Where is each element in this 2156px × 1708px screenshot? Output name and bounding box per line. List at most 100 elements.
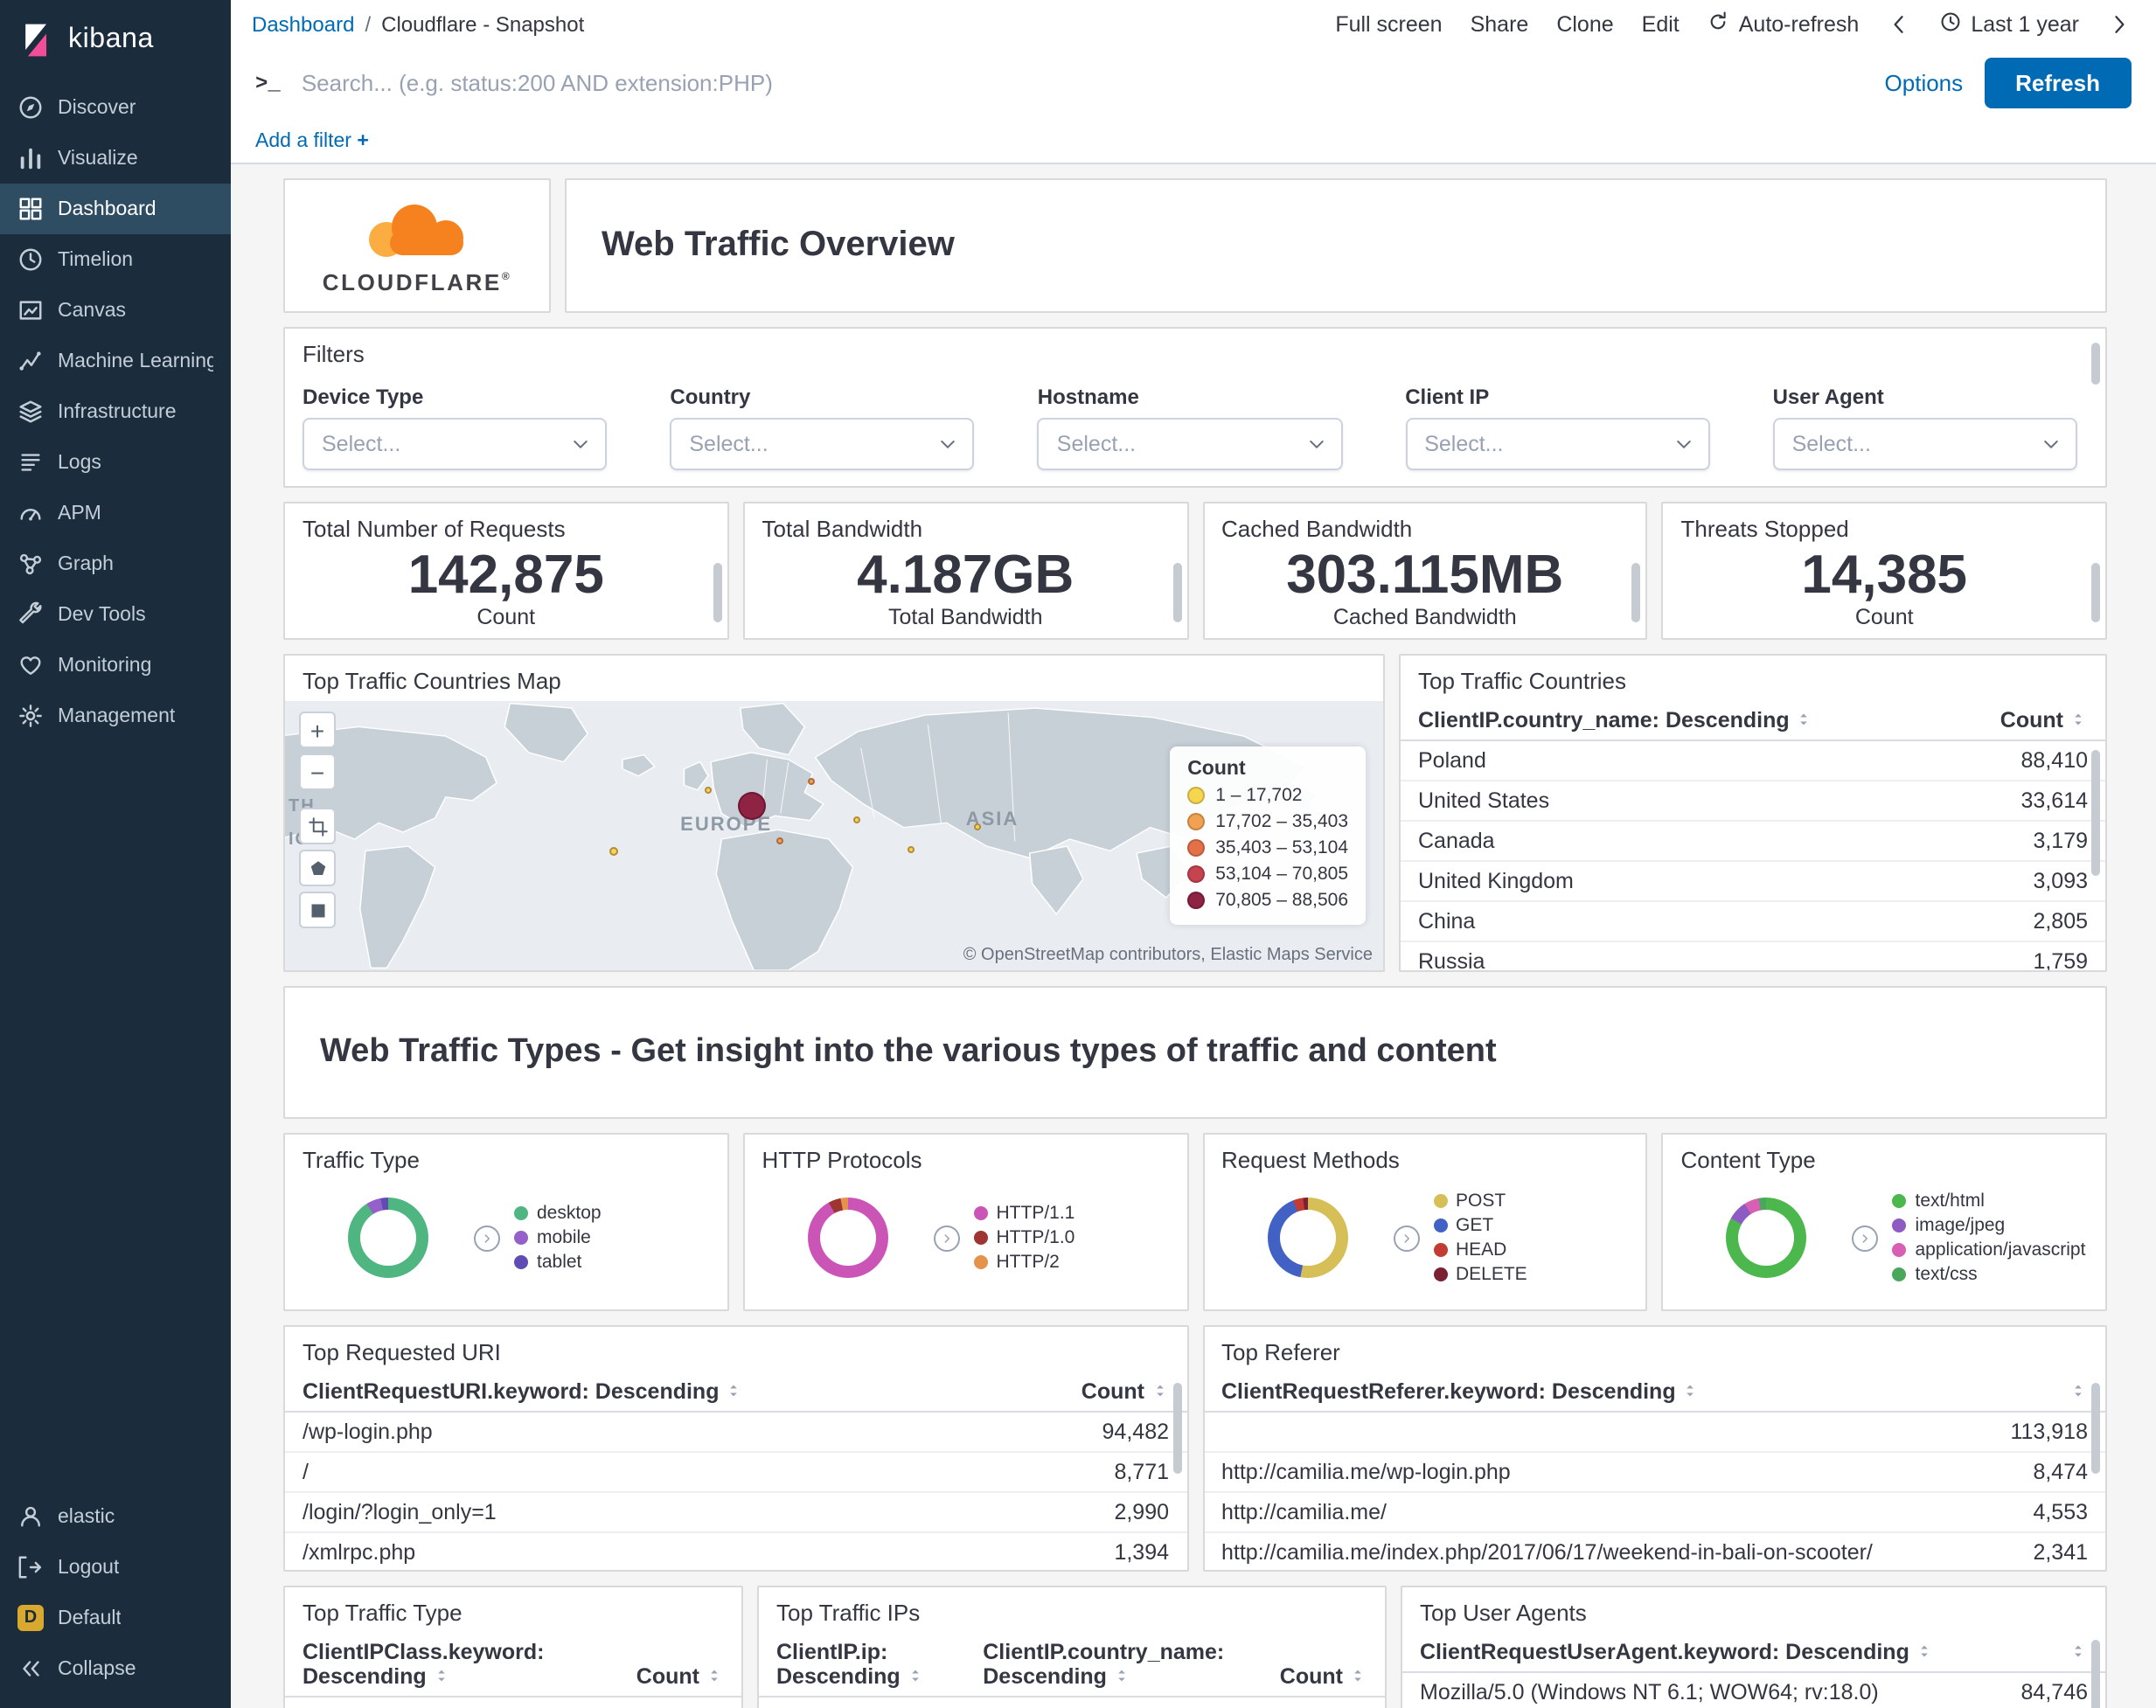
table-row[interactable]: Canada 3,179 xyxy=(1401,821,2105,862)
table-row[interactable]: noRecord117,802 xyxy=(285,1697,741,1708)
table-row[interactable]: 185.234.218.33Poland48,474 xyxy=(759,1697,1385,1708)
column-header-clientip-country-name-descending[interactable]: ClientIP.country_name: Descending xyxy=(965,1633,1224,1698)
sidebar-item-apm[interactable]: APM xyxy=(0,488,231,538)
time-forward-button[interactable] xyxy=(2107,11,2132,36)
table-row[interactable]: United Kingdom 3,093 xyxy=(1401,861,2105,902)
table-row[interactable]: http://camilia.me/index.php/2017/06/17/w… xyxy=(1204,1532,2105,1570)
map-data-point[interactable] xyxy=(907,845,915,853)
legend-expand-icon[interactable] xyxy=(474,1225,500,1251)
legend-item-desktop[interactable]: desktop xyxy=(514,1203,602,1224)
search-input[interactable] xyxy=(301,70,1864,96)
legend-expand-icon[interactable] xyxy=(1393,1225,1419,1251)
legend-item-mobile[interactable]: mobile xyxy=(514,1227,602,1248)
column-header-clientip-country-name-descending[interactable]: ClientIP.country_name: Descending xyxy=(1401,701,1895,741)
column-header-count[interactable]: Count xyxy=(595,1633,741,1698)
table-row[interactable]: 113,918 xyxy=(1204,1412,2105,1453)
sidebar-item-management[interactable]: Management xyxy=(0,691,231,741)
panel-scrollbar[interactable] xyxy=(713,563,722,622)
sidebar-item-infrastructure[interactable]: Infrastructure xyxy=(0,386,231,437)
legend-item-http-2[interactable]: HTTP/2 xyxy=(973,1252,1075,1273)
table-row[interactable]: Poland 88,410 xyxy=(1401,740,2105,781)
table-row[interactable]: /xmlrpc.php 1,394 xyxy=(285,1532,1186,1570)
table-row[interactable]: Mozilla/5.0 (Windows NT 6.1; WOW64; rv:1… xyxy=(1402,1672,2105,1708)
share-button[interactable]: Share xyxy=(1471,11,1529,36)
donut-chart[interactable] xyxy=(348,1198,428,1278)
table-row[interactable]: /8,771 xyxy=(285,1452,1186,1493)
sidebar-item-dev-tools[interactable]: Dev Tools xyxy=(0,589,231,640)
legend-item-tablet[interactable]: tablet xyxy=(514,1252,602,1273)
sidebar-item-dashboard[interactable]: Dashboard xyxy=(0,184,231,234)
column-header-count[interactable]: Count xyxy=(1894,701,2105,741)
donut-chart[interactable] xyxy=(807,1198,888,1278)
table-row[interactable]: /login/?login_only=1 2,990 xyxy=(285,1492,1186,1533)
map-data-point[interactable] xyxy=(852,816,860,823)
map-data-point[interactable] xyxy=(609,847,619,857)
table-row[interactable]: /wp-login.php 94,482 xyxy=(285,1412,1186,1453)
sidebar-footer-elastic[interactable]: elastic xyxy=(0,1491,231,1542)
clone-button[interactable]: Clone xyxy=(1556,11,1613,36)
sidebar-item-monitoring[interactable]: Monitoring xyxy=(0,640,231,691)
legend-item-image-jpeg[interactable]: image/jpeg xyxy=(1892,1215,2086,1236)
sidebar-item-logs[interactable]: Logs xyxy=(0,437,231,488)
sidebar-item-canvas[interactable]: Canvas xyxy=(0,285,231,336)
panel-scrollbar[interactable] xyxy=(2091,1640,2100,1708)
world-map[interactable]: EUROPE ASIA TH IC + − xyxy=(285,701,1383,970)
column-header-blank[interactable] xyxy=(1907,1372,2105,1413)
table-row[interactable]: China 2,805 xyxy=(1401,901,2105,942)
column-header-clientip-ip-descending[interactable]: ClientIP.ip: Descending xyxy=(759,1633,966,1698)
legend-item-post[interactable]: POST xyxy=(1433,1191,1527,1212)
map-data-point[interactable] xyxy=(737,792,766,821)
legend-item-get[interactable]: GET xyxy=(1433,1215,1527,1236)
table-row[interactable]: United States 33,614 xyxy=(1401,781,2105,822)
column-header-clientrequestuseragent-keyword-descending[interactable]: ClientRequestUserAgent.keyword: Descendi… xyxy=(1402,1633,1965,1673)
donut-chart[interactable] xyxy=(1726,1198,1807,1278)
panel-scrollbar[interactable] xyxy=(2091,563,2100,622)
user-agent-select[interactable]: Select... xyxy=(1772,418,2077,470)
sidebar-item-timelion[interactable]: Timelion xyxy=(0,234,231,285)
panel-scrollbar[interactable] xyxy=(2091,1383,2100,1474)
column-header-clientrequestreferer-keyword-descending[interactable]: ClientRequestReferer.keyword: Descending xyxy=(1204,1372,1908,1413)
column-header-count[interactable]: Count xyxy=(988,1372,1186,1413)
column-header-clientrequesturi-keyword-descending[interactable]: ClientRequestURI.keyword: Descending xyxy=(285,1372,989,1413)
legend-item-http-1-1[interactable]: HTTP/1.1 xyxy=(973,1203,1075,1224)
table-row[interactable]: Russia 1,759 xyxy=(1401,941,2105,970)
auto-refresh-button[interactable]: Auto-refresh xyxy=(1707,10,1859,38)
column-header-blank[interactable] xyxy=(1965,1633,2105,1673)
column-header-clientipclass-keyword-descending[interactable]: ClientIPClass.keyword: Descending xyxy=(285,1633,595,1698)
device-type-select[interactable]: Select... xyxy=(303,418,608,470)
sidebar-item-visualize[interactable]: Visualize xyxy=(0,133,231,184)
column-header-count[interactable]: Count xyxy=(1221,1633,1385,1698)
map-data-point[interactable] xyxy=(808,778,816,786)
panel-scrollbar[interactable] xyxy=(1172,1383,1181,1474)
panel-scrollbar[interactable] xyxy=(1172,563,1181,622)
legend-item-head[interactable]: HEAD xyxy=(1433,1239,1527,1260)
kibana-logo[interactable]: kibana xyxy=(0,0,231,82)
map-zoom-out-button[interactable]: − xyxy=(299,753,336,790)
map-data-point[interactable] xyxy=(775,837,783,845)
sidebar-footer-logout[interactable]: Logout xyxy=(0,1542,231,1593)
map-draw-polygon-button[interactable] xyxy=(299,850,336,886)
panel-scrollbar[interactable] xyxy=(2091,750,2100,876)
legend-expand-icon[interactable] xyxy=(1852,1225,1879,1251)
sidebar-item-graph[interactable]: Graph xyxy=(0,538,231,589)
sidebar-footer-collapse[interactable]: Collapse xyxy=(0,1643,231,1694)
full-screen-button[interactable]: Full screen xyxy=(1335,11,1442,36)
legend-item-application-javascript[interactable]: application/javascript xyxy=(1892,1239,2085,1260)
map-data-point[interactable] xyxy=(973,823,981,831)
breadcrumb-dashboard[interactable]: Dashboard xyxy=(252,11,354,36)
map-fit-bounds-button[interactable] xyxy=(299,808,336,844)
legend-item-text-html[interactable]: text/html xyxy=(1892,1191,2086,1212)
country-select[interactable]: Select... xyxy=(670,418,975,470)
table-row[interactable]: http://camilia.me/wp-login.php 8,474 xyxy=(1204,1452,2105,1493)
table-row[interactable]: http://camilia.me/4,553 xyxy=(1204,1492,2105,1533)
panel-scrollbar[interactable] xyxy=(2091,343,2100,385)
time-back-button[interactable] xyxy=(1887,11,1911,36)
options-link[interactable]: Options xyxy=(1885,70,1964,96)
sidebar-item-discover[interactable]: Discover xyxy=(0,82,231,133)
legend-item-http-1-0[interactable]: HTTP/1.0 xyxy=(973,1227,1075,1248)
sidebar-item-machine-learning[interactable]: Machine Learning xyxy=(0,336,231,386)
legend-item-text-css[interactable]: text/css xyxy=(1892,1264,2086,1285)
map-draw-rectangle-button[interactable] xyxy=(299,892,336,928)
time-range-button[interactable]: Last 1 year xyxy=(1939,10,2079,38)
add-filter-link[interactable]: Add a filter + xyxy=(255,130,369,151)
